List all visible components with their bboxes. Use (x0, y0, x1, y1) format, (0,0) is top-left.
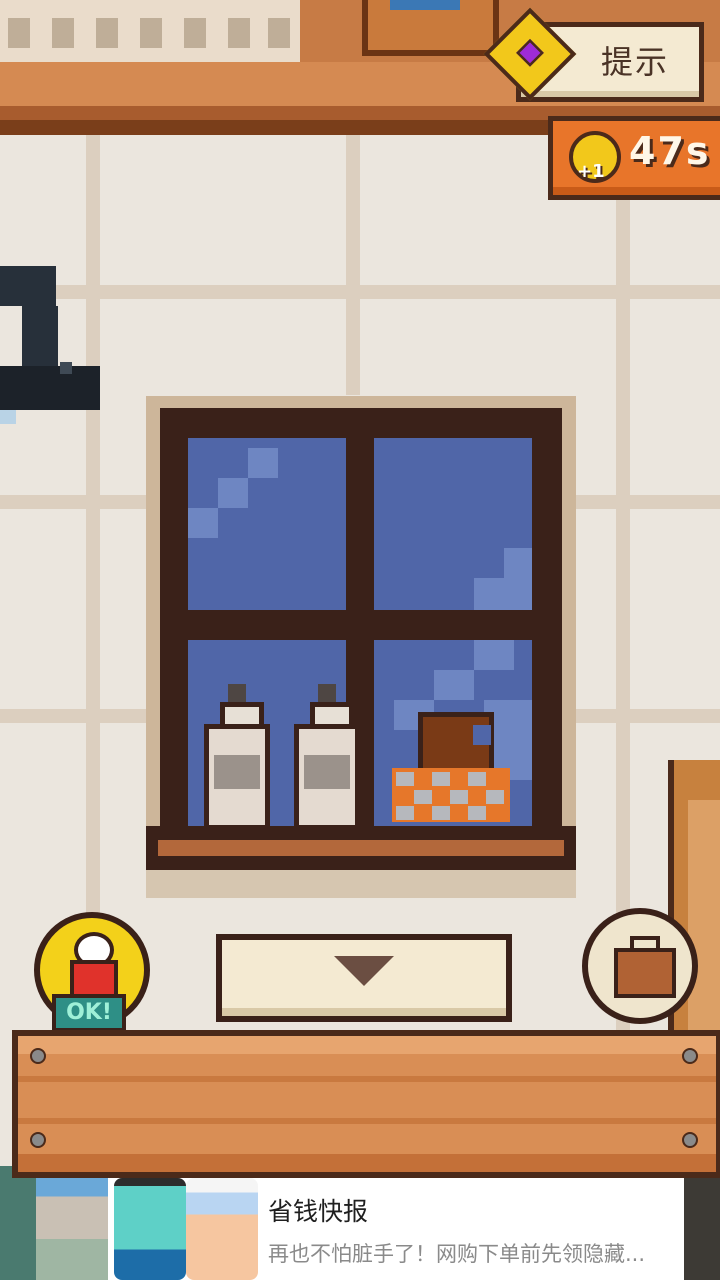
ad-banner[interactable]: 省钱快报 再也不怕脏手了！网购下单前先领隐藏... (36, 1178, 684, 1280)
window-pane-top-left (188, 438, 346, 610)
window-sill (146, 826, 576, 870)
inventory-bag-button[interactable] (582, 908, 698, 1024)
rivet-icon (30, 1132, 46, 1148)
capsule-machine-icon (70, 926, 118, 998)
rivet-icon (682, 1132, 698, 1148)
briefcase-icon (614, 948, 676, 998)
capsule-ok-badge: OK! (52, 994, 126, 1032)
dark-hidden-object[interactable] (0, 266, 100, 426)
window-pane-top-right (374, 438, 532, 610)
sill-shadow (146, 870, 576, 898)
ad-description: 再也不怕脏手了！网购下单前先领隐藏... (268, 1242, 646, 1266)
timer-bonus: +1 (577, 161, 605, 182)
hint-label: 提示 (601, 43, 670, 81)
shelf-railing (0, 0, 300, 62)
timer-value: 47s (629, 129, 711, 173)
ad-thumbnail (36, 1178, 108, 1280)
inventory-board (12, 1030, 720, 1178)
rivet-icon (682, 1048, 698, 1064)
timer-badge: +1 47s (548, 116, 720, 200)
ad-thumbnail (114, 1178, 186, 1280)
collapse-panel-button[interactable] (216, 934, 512, 1022)
ad-thumbnail (186, 1178, 258, 1280)
bottle-right[interactable] (294, 684, 360, 830)
triangle-down-icon (334, 956, 394, 986)
shelf-item-box[interactable] (362, 0, 499, 56)
rivet-icon (30, 1048, 46, 1064)
ad-title: 省钱快报 (268, 1197, 369, 1226)
bottle-left[interactable] (204, 684, 270, 830)
basket[interactable] (392, 712, 512, 824)
